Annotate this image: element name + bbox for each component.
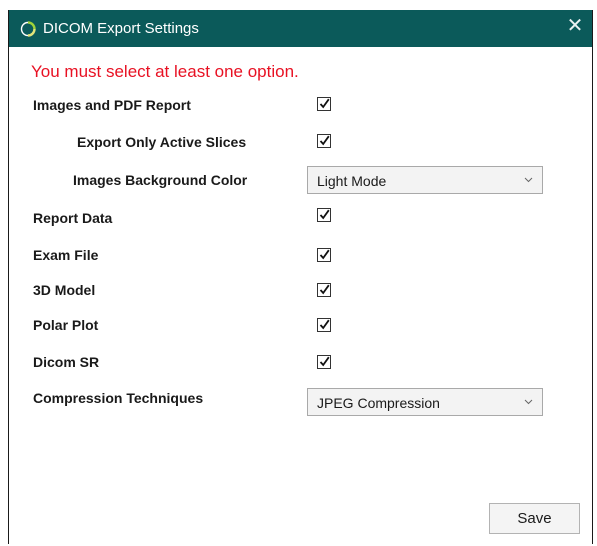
dropdown-selected-value: JPEG Compression (317, 395, 440, 411)
close-icon: ✕ (566, 15, 584, 37)
dropdown-selected-value: Light Mode (317, 173, 387, 189)
app-ring-icon (20, 21, 36, 37)
chevron-down-icon (524, 399, 533, 405)
checkmark-icon (319, 319, 330, 330)
option-label-images-background-color: Images Background Color (73, 172, 248, 188)
checkbox-export-only-active-slices[interactable] (317, 134, 331, 148)
compression-techniques-dropdown[interactable]: JPEG Compression (307, 388, 543, 416)
save-button[interactable]: Save (489, 503, 580, 534)
chevron-down-icon (524, 177, 533, 183)
option-label-export-only-active-slices: Export Only Active Slices (77, 134, 247, 150)
option-label-polar-plot: Polar Plot (33, 317, 99, 333)
window-title: DICOM Export Settings (43, 20, 199, 37)
images-background-color-dropdown[interactable]: Light Mode (307, 166, 543, 194)
checkmark-icon (319, 98, 330, 109)
checkbox-report-data[interactable] (317, 208, 331, 222)
checkbox-dicom-sr[interactable] (317, 355, 331, 369)
option-label-dicom-sr: Dicom SR (33, 354, 100, 370)
checkbox-exam-file[interactable] (317, 248, 331, 262)
option-label-3d-model: 3D Model (33, 282, 96, 298)
title-bar[interactable]: DICOM Export Settings ✕ (9, 10, 592, 47)
checkmark-icon (319, 249, 330, 260)
checkmark-icon (319, 209, 330, 220)
option-label-images-pdf-report: Images and PDF Report (33, 97, 191, 113)
option-label-report-data: Report Data (33, 210, 113, 226)
checkmark-icon (319, 356, 330, 367)
checkmark-icon (319, 135, 330, 146)
validation-error-message: You must select at least one option. (31, 62, 299, 81)
close-button[interactable]: ✕ (562, 14, 588, 40)
dicom-export-dialog: DICOM Export Settings ✕ You must select … (8, 10, 593, 544)
checkbox-images-pdf-report[interactable] (317, 97, 331, 111)
checkbox-polar-plot[interactable] (317, 318, 331, 332)
checkbox-3d-model[interactable] (317, 283, 331, 297)
checkmark-icon (319, 284, 330, 295)
option-label-compression-techniques: Compression Techniques (33, 390, 204, 406)
option-label-exam-file: Exam File (33, 247, 99, 263)
